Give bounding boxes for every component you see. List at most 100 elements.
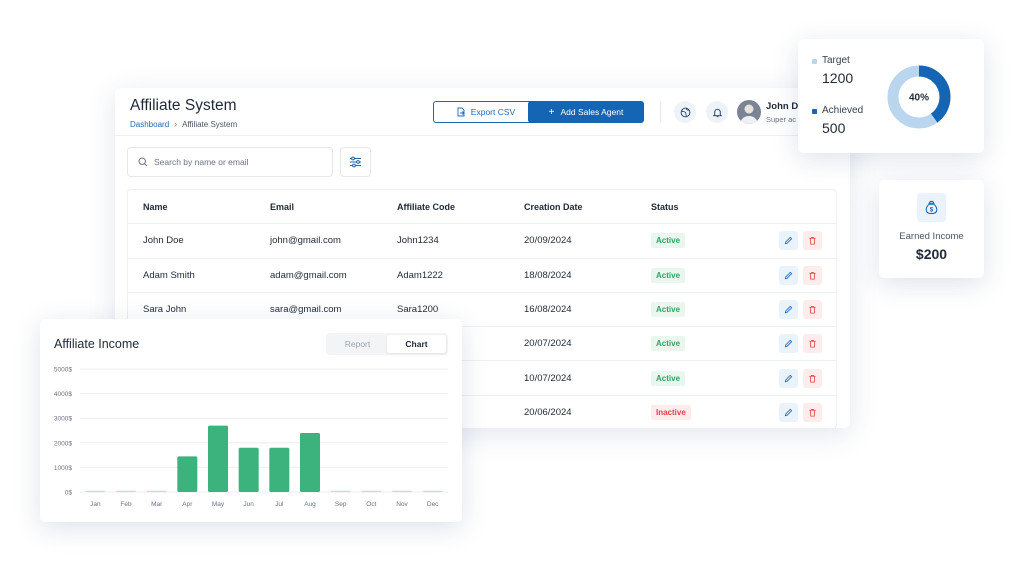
y-tick-label: 3000$ [54,416,72,423]
target-label: Target [822,55,850,66]
target-legend-swatch [812,59,817,64]
pencil-icon [784,374,793,382]
cell-email: sara@gmail.com [270,304,342,316]
column-affiliate-code[interactable]: Affiliate Code [397,202,455,212]
y-tick-label: 2000$ [54,440,72,447]
cell-email: adam@gmail.com [270,269,347,281]
trash-icon [809,409,816,417]
donut-percent: 40% [909,93,929,104]
affiliate-income-card: Affiliate Income Report Chart 0$ 1000$ 200… [40,319,462,522]
y-tick-label: 4000$ [54,391,72,398]
add-sales-agent-button[interactable]: + Add Sales Agent [528,101,644,123]
user-name: John D [766,101,799,112]
bar-jul [269,447,290,492]
view-toggle: Report Chart [326,333,448,355]
status-badge: Active [651,267,686,283]
bar-mar [146,490,167,492]
cell-date: 20/06/2024 [524,407,572,419]
x-tick-label: Sep [335,501,347,508]
add-sales-agent-label: Add Sales Agent [560,107,624,117]
cell-name: John Doe [143,235,184,247]
breadcrumb-home[interactable]: Dashboard [130,120,169,129]
status-badge: Active [651,302,686,318]
y-tick-label: 0$ [65,490,73,497]
earned-income-label: Earned Income [899,231,964,242]
table-row[interactable]: Adam Smith adam@gmail.com Adam1222 18/08… [128,259,836,293]
pencil-icon [784,271,793,279]
bar-apr [177,456,198,492]
cell-code: Sara1200 [397,304,439,316]
export-csv-label: Export CSV [470,107,516,117]
delete-button[interactable] [803,368,822,388]
svg-text:$: $ [930,206,934,213]
delete-button[interactable] [803,403,822,423]
x-tick-label: Dec [427,501,439,508]
bar-nov [392,490,412,492]
edit-button[interactable] [779,403,798,423]
status-badge: Active [651,370,686,386]
delete-button[interactable] [803,265,822,285]
x-tick-label: May [212,501,225,508]
edit-button[interactable] [779,300,798,320]
achieved-legend-swatch [812,109,817,114]
y-tick-label: 1000$ [54,465,72,472]
x-tick-label: Apr [182,501,193,508]
chevron-right-icon: › [174,119,178,129]
bar-jan [85,490,106,492]
tab-report[interactable]: Report [328,335,387,353]
x-tick-label: Feb [120,501,132,508]
bar-jun [238,447,259,492]
export-csv-button[interactable]: Export CSV [433,101,538,123]
target-donut: 40% [887,65,951,129]
plus-icon: + [548,106,555,118]
status-badge: Active [651,336,686,352]
search-placeholder: Search by name or email [154,157,249,167]
table-row[interactable]: John Doe john@gmail.com John1234 20/09/2… [128,224,836,259]
file-export-icon [457,107,465,117]
search-icon [138,157,148,167]
x-tick-label: Oct [366,501,376,508]
delete-button[interactable] [803,334,822,354]
cell-name: Adam Smith [143,269,195,281]
delete-button[interactable] [803,300,822,320]
trash-icon [809,374,816,383]
edit-button[interactable] [779,368,798,388]
bar-aug [300,432,320,492]
bar-oct [361,490,382,492]
search-input[interactable]: Search by name or email [127,147,333,177]
x-tick-label: Nov [396,501,408,508]
cell-date: 18/08/2024 [524,269,572,281]
cell-date: 20/07/2024 [524,338,572,350]
target-value: 1200 [822,70,854,86]
filter-button[interactable] [340,147,371,177]
pencil-icon [784,305,793,314]
status-badge: Inactive [651,405,691,421]
globe-icon [680,107,690,117]
cell-name: Sara John [143,304,187,316]
user-icon [740,104,758,124]
bar-dec [422,490,443,492]
x-tick-label: Jul [275,501,284,508]
pencil-icon [784,409,793,417]
edit-button[interactable] [779,334,798,354]
cell-email: john@gmail.com [270,235,341,247]
bar-feb [116,490,136,492]
edit-button[interactable] [779,231,798,251]
pencil-icon [784,340,793,348]
cell-code: John1234 [397,235,439,247]
column-email[interactable]: Email [270,202,294,212]
column-creation-date[interactable]: Creation Date [524,202,583,212]
breadcrumb: Dashboard › Affiliate System [130,119,237,129]
language-button[interactable] [674,101,696,123]
earned-income-card: $ Earned Income $200 [879,180,984,278]
stage: Affiliate System Dashboard › Affiliate S… [0,0,1024,563]
column-status[interactable]: Status [651,202,679,212]
column-name[interactable]: Name [143,202,168,212]
bar-may [208,425,228,492]
notifications-button[interactable] [706,101,728,123]
target-card: Target 1200 Achieved 500 40% [798,39,984,153]
avatar[interactable] [737,100,761,124]
edit-button[interactable] [779,265,798,285]
delete-button[interactable] [803,231,822,251]
tab-chart[interactable]: Chart [387,335,446,353]
